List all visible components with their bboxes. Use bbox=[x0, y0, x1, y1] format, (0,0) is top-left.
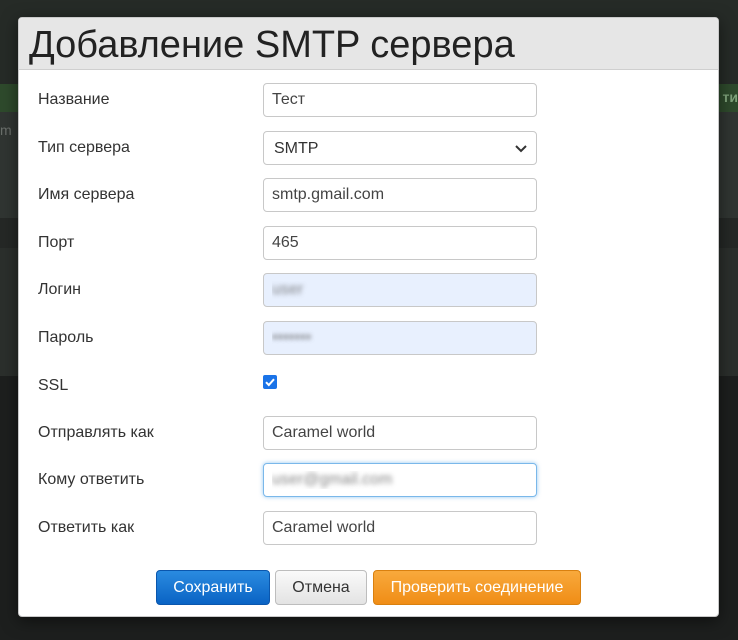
chevron-down-icon bbox=[515, 145, 527, 153]
send-as-label: Отправлять как bbox=[38, 424, 154, 441]
password-input[interactable] bbox=[263, 321, 537, 355]
cancel-button[interactable]: Отмена bbox=[275, 570, 367, 605]
reply-to-label: Кому ответить bbox=[38, 471, 145, 488]
modal-header: Добавление SMTP сервера bbox=[19, 18, 718, 70]
ssl-checkbox[interactable] bbox=[263, 375, 277, 389]
row-ssl: SSL bbox=[19, 368, 718, 402]
row-send-as: Отправлять как bbox=[19, 416, 718, 450]
row-password: Пароль bbox=[19, 321, 718, 355]
checkmark-icon bbox=[265, 378, 275, 387]
login-label: Логин bbox=[38, 281, 82, 298]
row-server-type: Тип сервера SMTP bbox=[19, 131, 718, 165]
row-reply-to: Кому ответить bbox=[19, 463, 718, 497]
port-label: Порт bbox=[38, 234, 75, 251]
row-reply-as: Ответить как bbox=[19, 511, 718, 545]
name-label: Название bbox=[38, 91, 110, 108]
server-type-select[interactable]: SMTP bbox=[263, 131, 537, 165]
ssl-label: SSL bbox=[38, 377, 69, 394]
reply-as-label: Ответить как bbox=[38, 519, 135, 536]
server-type-label: Тип сервера bbox=[38, 139, 130, 156]
server-type-value: SMTP bbox=[274, 140, 319, 157]
login-input[interactable] bbox=[263, 273, 537, 307]
password-label: Пароль bbox=[38, 329, 94, 346]
reply-to-input[interactable] bbox=[263, 463, 537, 497]
name-input[interactable] bbox=[263, 83, 537, 117]
row-login: Логин bbox=[19, 273, 718, 307]
smtp-modal: Добавление SMTP сервера Название Тип сер… bbox=[18, 17, 719, 617]
reply-as-input[interactable] bbox=[263, 511, 537, 545]
save-button[interactable]: Сохранить bbox=[156, 570, 270, 605]
background-row-text: m bbox=[0, 122, 12, 138]
test-connection-button[interactable]: Проверить соединение bbox=[373, 570, 581, 605]
server-name-label: Имя сервера bbox=[38, 186, 135, 203]
background-toolbar-text: ти bbox=[722, 89, 738, 105]
row-name: Название bbox=[19, 83, 718, 117]
port-input[interactable] bbox=[263, 226, 537, 260]
row-port: Порт bbox=[19, 226, 718, 260]
row-server-name: Имя сервера bbox=[19, 178, 718, 212]
send-as-input[interactable] bbox=[263, 416, 537, 450]
server-name-input[interactable] bbox=[263, 178, 537, 212]
modal-title: Добавление SMTP сервера bbox=[29, 24, 515, 66]
